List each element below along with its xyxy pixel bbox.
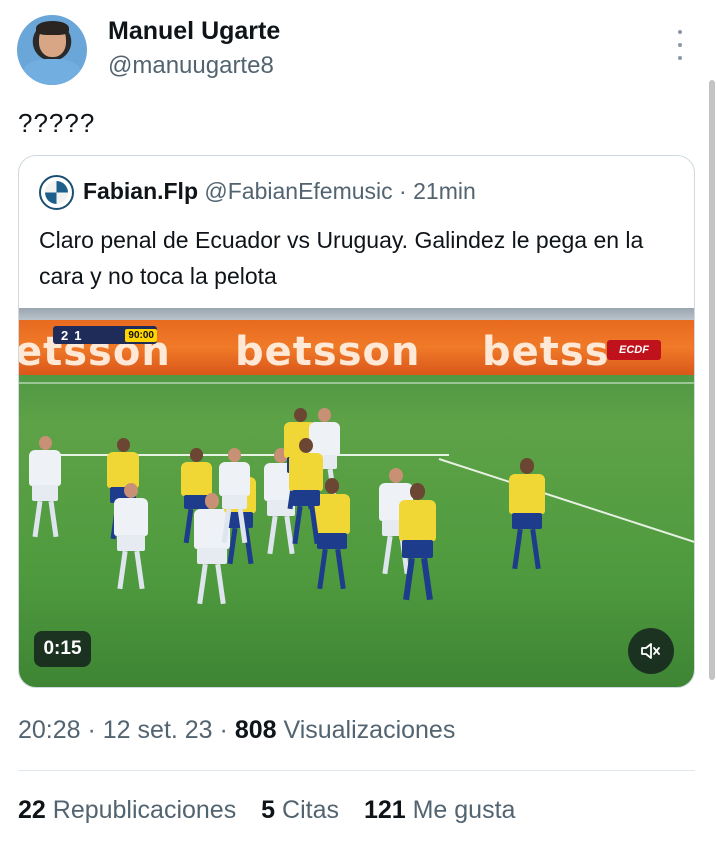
more-options-icon[interactable]	[672, 30, 688, 60]
meta-separator-1: ·	[80, 716, 103, 744]
likes-count: 121	[363, 796, 406, 824]
quoted-author-name[interactable]: Fabian.Flp	[83, 178, 198, 204]
divider	[18, 770, 695, 771]
quoted-tweet-header: Fabian.Flp @FabianEfemusic · 21min	[83, 178, 476, 205]
reposts-label: Republicaciones	[45, 796, 237, 824]
volume-muted-icon	[641, 643, 660, 659]
football-player	[509, 458, 545, 574]
score-away: 1	[74, 327, 82, 343]
football-player	[114, 483, 148, 593]
tweet-date[interactable]: 12 set. 23	[103, 716, 213, 744]
meta-separator-2: ·	[212, 716, 235, 744]
mute-button[interactable]	[628, 628, 674, 674]
engagement-stats: 22 Republicaciones 5 Citas 121 Me gusta	[18, 796, 533, 825]
score-home: 2	[61, 327, 69, 343]
quoted-separator: ·	[392, 178, 414, 204]
match-clock: 90:00	[125, 328, 157, 342]
reposts-stat[interactable]: 22 Republicaciones	[18, 796, 236, 824]
scorebug: 2 1 90:00	[53, 326, 157, 344]
views-label: Visualizaciones	[276, 716, 456, 744]
quoted-tweet-text: Claro penal de Ecuador vs Uruguay. Galin…	[39, 227, 644, 289]
quoted-author-avatar[interactable]	[39, 175, 74, 210]
avatar-shirt	[23, 59, 81, 85]
author-handle[interactable]: @manuugarte8	[108, 52, 274, 80]
pitch-line-diagonal	[438, 458, 694, 553]
quoted-tweet-card[interactable]: Fabian.Flp @FabianEfemusic · 21min Claro…	[18, 155, 695, 688]
football-player	[29, 436, 62, 541]
football-player	[399, 483, 437, 604]
quotes-stat[interactable]: 5 Citas	[261, 796, 339, 824]
football-player	[289, 438, 323, 548]
quotes-count: 5	[261, 796, 276, 824]
quoted-tweet-age[interactable]: 21min	[413, 178, 476, 204]
views-count: 808	[234, 716, 277, 744]
author-name[interactable]: Manuel Ugarte	[108, 17, 280, 46]
scrollbar[interactable]	[709, 80, 715, 680]
author-avatar[interactable]	[17, 15, 87, 85]
likes-stat[interactable]: 121 Me gusta	[364, 796, 516, 824]
quoted-author-handle[interactable]: @FabianEfemusic	[204, 178, 392, 204]
tweet-time[interactable]: 20:28	[18, 716, 81, 744]
video-player[interactable]: etsson betsson betss ECDF 2 1 90:00 0:15	[19, 308, 694, 687]
avatar-hair	[36, 21, 69, 35]
football-player	[219, 448, 250, 547]
ad-banner-text-3: betss	[482, 329, 610, 375]
ad-banner-text-2: betsson	[235, 329, 421, 375]
pitch-line-top	[19, 382, 694, 384]
reposts-count: 22	[18, 796, 46, 824]
tweet-text: ?????	[18, 108, 96, 138]
ecdf-badge: ECDF	[607, 340, 661, 360]
video-duration-badge: 0:15	[34, 631, 91, 667]
quotes-label: Citas	[275, 796, 339, 824]
tweet-timestamp-row: 20:28 · 12 set. 23 · 808 Visualizaciones	[18, 716, 455, 745]
likes-label: Me gusta	[405, 796, 516, 824]
